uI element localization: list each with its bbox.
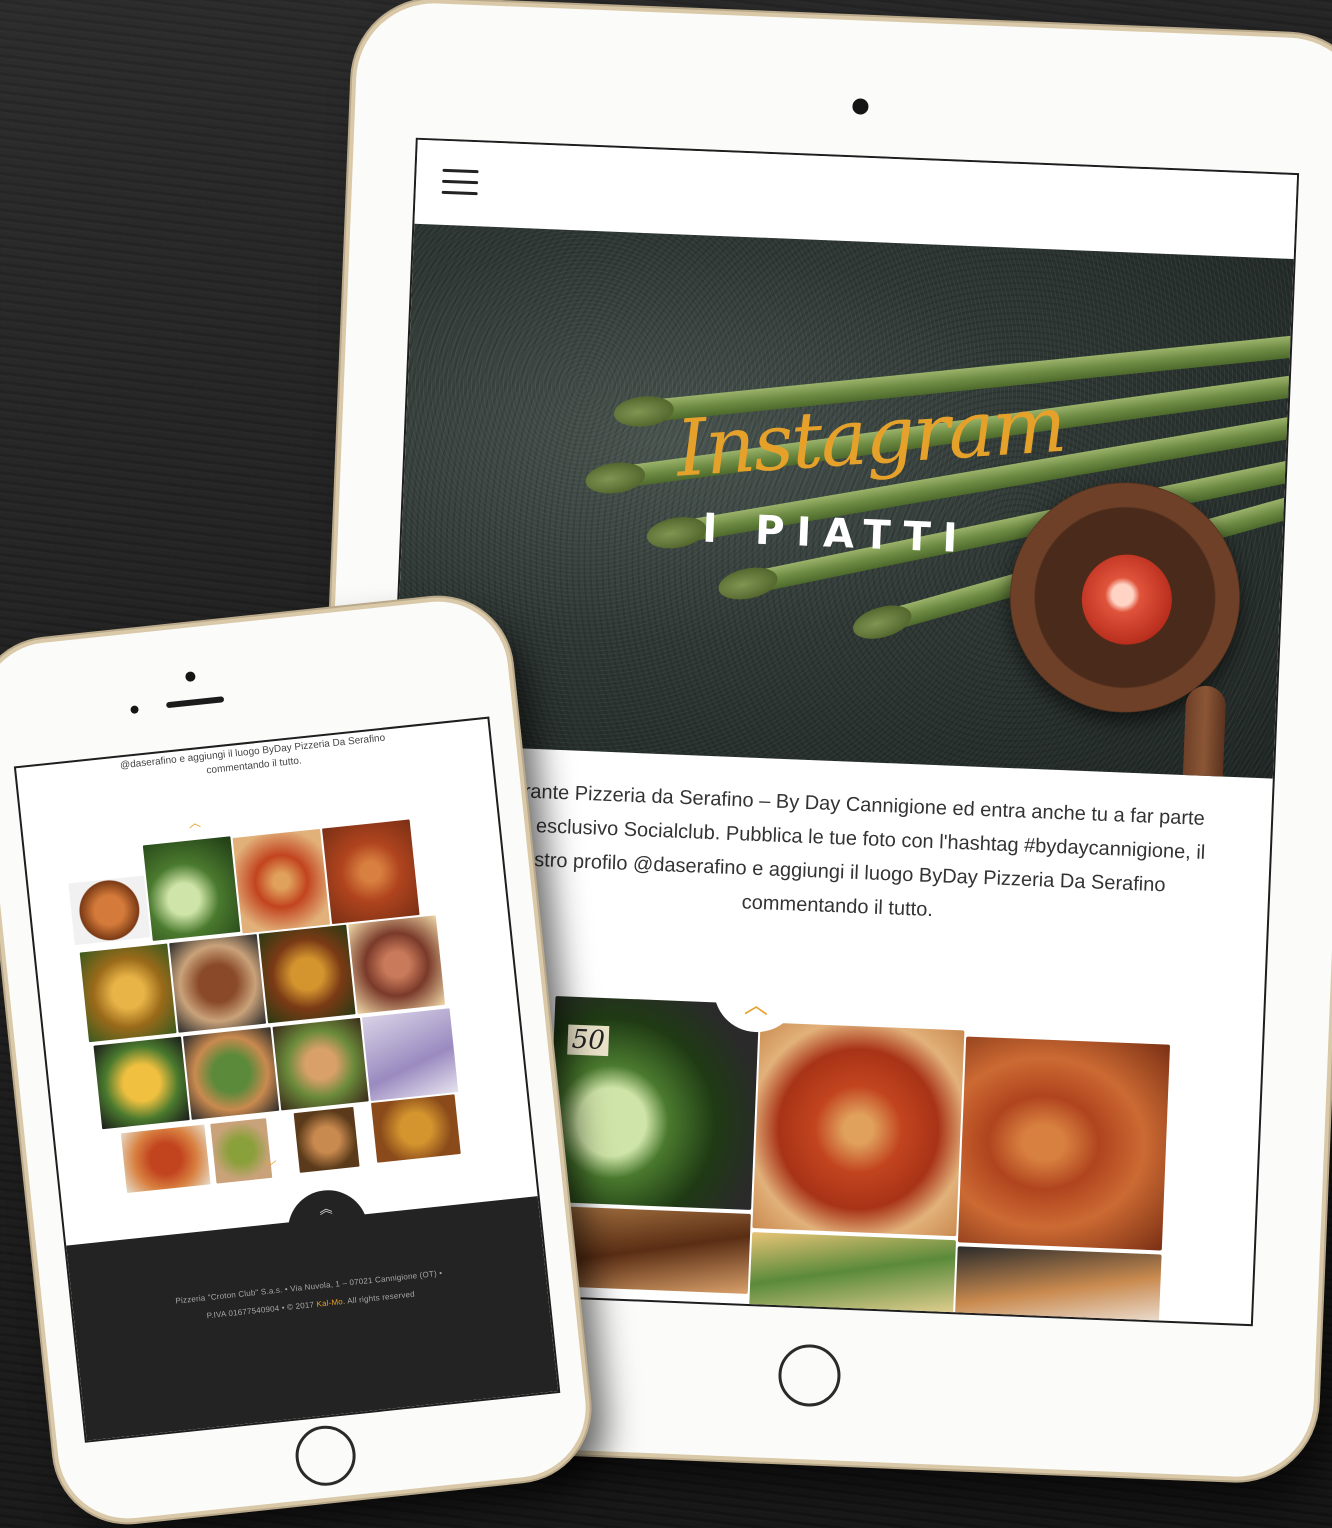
footer-rights: . All rights reserved	[342, 1289, 416, 1307]
tablet-home-button	[777, 1343, 842, 1408]
gallery-photo[interactable]	[79, 943, 177, 1043]
gallery-photo[interactable]	[142, 836, 241, 941]
gallery-photo[interactable]	[182, 1027, 280, 1120]
gallery-photo[interactable]	[210, 1118, 273, 1184]
gallery-photo[interactable]	[272, 1017, 369, 1111]
phone-camera	[184, 671, 196, 683]
phone-intro-text: @daserafino e aggiungi il luogo ByDay Pi…	[16, 719, 491, 798]
gallery-photo[interactable]	[93, 1036, 190, 1130]
tablet-camera	[852, 98, 869, 115]
phone-footer: ︽ Pizzeria "Croton Club" S.a.s. • Via Nu…	[66, 1186, 559, 1441]
gallery-photo[interactable]	[120, 1124, 211, 1194]
chevron-up-icon: ︿	[743, 991, 769, 1020]
gallery-photo[interactable]	[361, 1008, 459, 1102]
gallery-photo[interactable]	[258, 924, 356, 1024]
gallery-photo[interactable]	[68, 875, 151, 946]
gallery-photo[interactable]	[370, 1094, 461, 1163]
phone-device: @daserafino e aggiungi il luogo ByDay Pi…	[0, 594, 593, 1526]
gallery-photo[interactable]	[748, 1232, 957, 1321]
chevron-up-icon: ︿	[187, 814, 202, 831]
phone-gallery-scroll-up-button[interactable]: ︿	[171, 805, 218, 839]
phone-screen: @daserafino e aggiungi il luogo ByDay Pi…	[13, 716, 561, 1443]
gallery-photo[interactable]	[348, 915, 446, 1014]
footer-vat: P.IVA 01677540904 • © 2017	[206, 1300, 315, 1321]
gallery-photo[interactable]	[169, 934, 267, 1033]
gallery-photo[interactable]	[752, 1022, 965, 1237]
gallery-photo[interactable]	[232, 828, 331, 934]
phone-home-button	[292, 1422, 359, 1489]
back-to-top-button[interactable]: ︽	[284, 1186, 370, 1251]
gallery-photo[interactable]	[954, 1246, 1162, 1327]
gallery-photo[interactable]: 50	[547, 995, 760, 1211]
chevron-down-icon[interactable]: ﹀	[264, 1157, 278, 1175]
phone-speaker	[165, 696, 225, 709]
double-chevron-up-icon: ︽	[318, 1200, 334, 1217]
hamburger-menu-icon[interactable]	[441, 168, 479, 196]
tomato-image	[1080, 552, 1174, 647]
gallery-photo[interactable]	[322, 819, 420, 925]
gallery-photo[interactable]	[293, 1106, 360, 1173]
gallery-photo[interactable]	[543, 1205, 751, 1294]
photo-price-sign: 50	[567, 1024, 610, 1057]
phone-sensor	[130, 705, 139, 714]
phone-instagram-gallery: ︿ ﹀	[23, 788, 532, 1196]
bowl-handle	[1181, 685, 1227, 779]
hero-banner: Instagram I PIATTI	[393, 223, 1294, 779]
footer-brand-link[interactable]: Kal-Mo	[316, 1297, 343, 1309]
gallery-photo[interactable]	[957, 1036, 1171, 1251]
